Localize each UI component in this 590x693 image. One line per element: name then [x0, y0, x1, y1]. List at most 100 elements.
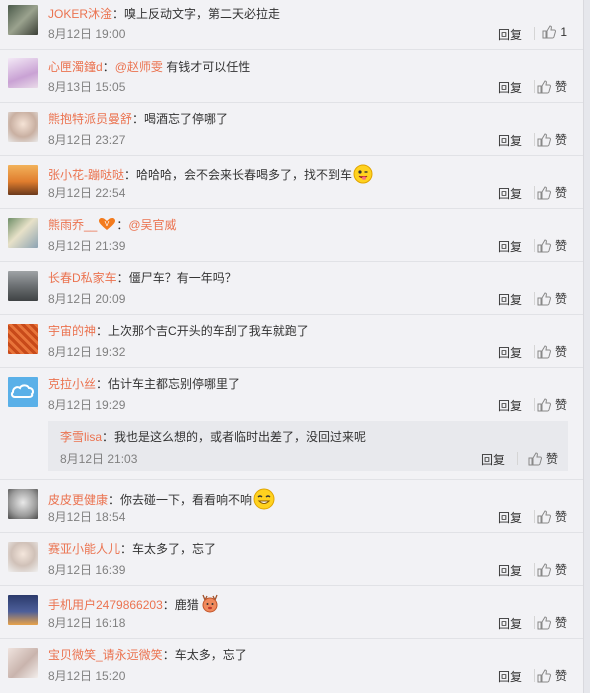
- comment-text: 上次那个吉C开头的车刮了我车就跑了: [108, 324, 309, 338]
- like-button[interactable]: 赞: [537, 561, 567, 578]
- avatar[interactable]: [8, 542, 38, 572]
- comment-text: 鹿猎: [174, 598, 199, 613]
- thumbs-up-icon: [537, 79, 551, 93]
- like-button[interactable]: 赞: [537, 396, 567, 413]
- reply-button[interactable]: 回复: [498, 509, 522, 526]
- like-button[interactable]: 赞: [537, 237, 567, 254]
- thumbs-up-icon: [537, 344, 551, 358]
- reply-button[interactable]: 回复: [481, 451, 505, 468]
- like-button[interactable]: 赞: [528, 450, 558, 467]
- avatar[interactable]: [8, 5, 38, 35]
- like-button[interactable]: 赞: [537, 508, 567, 525]
- membership-badge-icon: V: [98, 217, 116, 235]
- divider: [534, 80, 535, 93]
- like-button[interactable]: 赞: [537, 667, 567, 684]
- reply-button[interactable]: 回复: [498, 79, 522, 96]
- comment-text: 有钱才可以任性: [162, 60, 251, 74]
- colon: ：: [96, 377, 109, 391]
- comment-username[interactable]: 皮皮更健康: [48, 493, 108, 507]
- like-button[interactable]: 1: [542, 25, 567, 39]
- reply-button[interactable]: 回复: [498, 291, 522, 308]
- thumbs-up-icon: [542, 25, 557, 39]
- comment-username[interactable]: 宇宙的神: [48, 324, 96, 338]
- reply-button[interactable]: 回复: [498, 397, 522, 414]
- comment-time: 8月12日 21:39: [48, 239, 126, 253]
- like-label: 赞: [554, 563, 567, 577]
- comment-text: 僵尸车？有一年吗？: [128, 271, 237, 285]
- comment-time: 8月12日 22:54: [48, 186, 126, 200]
- reply-button[interactable]: 回复: [498, 562, 522, 579]
- reply-button[interactable]: 回复: [498, 26, 522, 43]
- like-button[interactable]: 赞: [537, 290, 567, 307]
- thumbs-up-icon: [537, 238, 551, 252]
- comment-username[interactable]: 赛亚小能人儿: [48, 542, 120, 556]
- reply-username[interactable]: 李雪lisa: [60, 430, 102, 444]
- reply-button[interactable]: 回复: [498, 615, 522, 632]
- colon: ：: [116, 271, 129, 285]
- avatar[interactable]: [8, 324, 38, 354]
- comment-username[interactable]: 心匣濁鐘d: [48, 60, 103, 74]
- avatar[interactable]: [8, 218, 38, 248]
- thumbs-up-icon: [537, 291, 551, 305]
- comment-username[interactable]: 长春D私家车: [48, 271, 117, 285]
- avatar[interactable]: [8, 489, 38, 519]
- thumbs-up-icon: [537, 132, 551, 146]
- nested-reply: 李雪lisa：我也是这么想的，或者临时出差了，没回过来呢 8月12日 21:03…: [48, 421, 568, 471]
- comment-username[interactable]: 张小花-蹦哒哒: [48, 168, 124, 182]
- like-label: 赞: [554, 345, 567, 359]
- colon: ：: [132, 112, 145, 126]
- avatar[interactable]: [8, 58, 38, 88]
- avatar[interactable]: [8, 112, 38, 142]
- divider: [534, 398, 535, 411]
- avatar[interactable]: [8, 648, 38, 678]
- mention-link[interactable]: @赵师雯: [115, 60, 163, 74]
- comment-time: 8月12日 16:18: [48, 616, 126, 630]
- comment-username[interactable]: 宝贝微笑_请永远微笑: [48, 648, 163, 662]
- avatar[interactable]: [8, 595, 38, 625]
- thumbs-up-icon: [528, 451, 542, 465]
- comment-text: 车太多，忘了: [174, 648, 247, 662]
- scrollbar[interactable]: [584, 0, 590, 693]
- divider: [534, 27, 535, 40]
- comment-username[interactable]: 手机用户2479866203: [48, 598, 163, 612]
- like-button[interactable]: 赞: [537, 343, 567, 360]
- comment-time: 8月12日 20:09: [48, 292, 126, 306]
- like-button[interactable]: 赞: [537, 614, 567, 631]
- reply-button[interactable]: 回复: [498, 132, 522, 149]
- divider: [534, 186, 535, 199]
- reply-time: 8月12日 21:03: [60, 452, 138, 466]
- comment-item: 皮皮更健康：你去碰一下，看看响不响 8月12日 18:54 回复 赞: [0, 480, 583, 533]
- reply-button[interactable]: 回复: [498, 668, 522, 685]
- avatar[interactable]: [8, 165, 38, 195]
- divider: [534, 133, 535, 146]
- comment-username[interactable]: 熊雨乔__: [48, 218, 97, 232]
- comment-item: 长春D私家车：僵尸车？有一年吗？ 8月12日 20:09 回复 赞: [0, 262, 583, 315]
- divider: [534, 239, 535, 252]
- comment-username[interactable]: 熊抱特派员曼舒: [48, 112, 132, 126]
- comment-username[interactable]: JOKER沐淦: [48, 7, 112, 21]
- comment-text: 嗅上反动文字，第二天必拉走: [124, 7, 281, 21]
- avatar[interactable]: [8, 377, 38, 407]
- mention-link[interactable]: @吴官威: [128, 218, 176, 232]
- deer-emoji-icon: [200, 594, 220, 618]
- avatar[interactable]: [8, 271, 38, 301]
- like-button[interactable]: 赞: [537, 78, 567, 95]
- comment-username[interactable]: 克拉小丝: [48, 377, 96, 391]
- comment-time: 8月12日 23:27: [48, 133, 126, 147]
- reply-button[interactable]: 回复: [498, 238, 522, 255]
- like-button[interactable]: 赞: [537, 184, 567, 201]
- thumbs-up-icon: [537, 668, 551, 682]
- comment-time: 8月12日 15:20: [48, 669, 126, 683]
- comment-text: 你去碰一下，看看响不响: [120, 493, 253, 508]
- divider: [534, 669, 535, 682]
- like-button[interactable]: 赞: [537, 131, 567, 148]
- reply-button[interactable]: 回复: [498, 185, 522, 202]
- reply-button[interactable]: 回复: [498, 344, 522, 361]
- colon: ：: [102, 60, 115, 74]
- divider: [517, 452, 518, 465]
- thumbs-up-icon: [537, 185, 551, 199]
- comment-text: 喝酒忘了停哪了: [144, 112, 229, 126]
- comment-time: 8月13日 15:05: [48, 80, 126, 94]
- like-label: 赞: [554, 292, 567, 306]
- like-label: 赞: [554, 80, 567, 94]
